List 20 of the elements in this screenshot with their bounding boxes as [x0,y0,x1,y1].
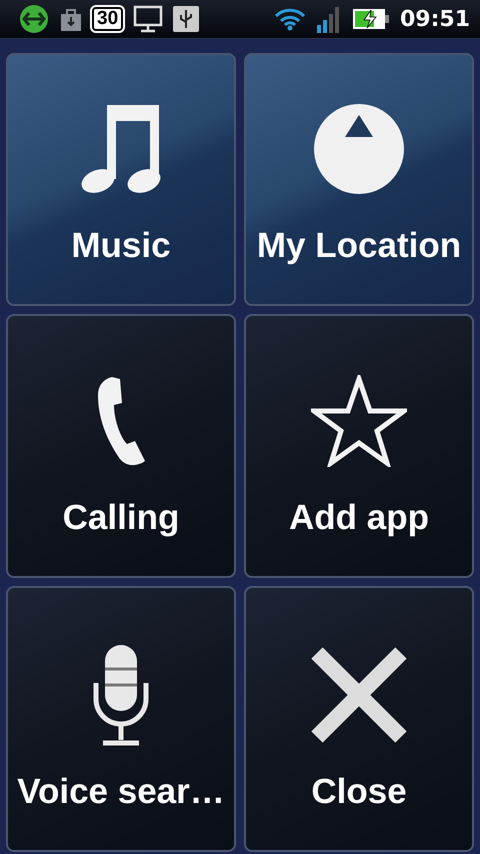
music-note-icon [79,103,163,195]
battery-icon [352,8,390,30]
download-icon [60,7,82,31]
sync-icon [18,4,50,34]
usb-icon [173,6,200,32]
app-tile[interactable]: Calling [6,314,236,578]
app-tile[interactable]: My Location [244,53,474,306]
app-tile[interactable]: Close [244,586,474,852]
app-tile[interactable]: Add app [244,314,474,578]
app-tile[interactable]: Voice sear… [6,586,236,852]
phone-icon [96,375,146,467]
close-icon [309,645,409,745]
star-icon [311,375,407,467]
clock: 09:51 [400,6,470,32]
wifi-icon [274,7,306,31]
signal-icon [316,5,342,33]
monitor-icon [133,5,164,33]
microphone-icon [91,643,151,747]
app-tile[interactable]: Music [6,53,236,306]
notification-badge: 30 [92,7,124,31]
